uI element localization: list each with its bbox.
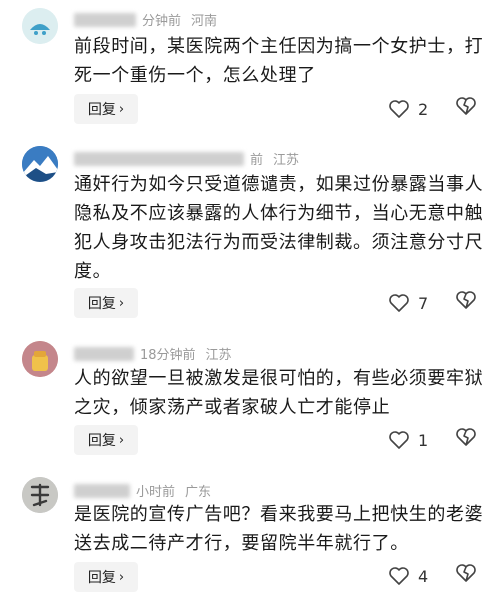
heart-icon [389,294,409,312]
chevron-right-icon: › [118,295,125,311]
like-button[interactable]: 4 [388,563,428,589]
comment-meta: 分钟前 河南 [74,10,218,29]
dislike-button[interactable] [455,427,477,453]
reply-label: 回复 [87,102,116,118]
broken-heart-icon [456,428,476,446]
username-redacted [74,347,134,361]
dislike-button[interactable] [455,96,477,122]
chevron-right-icon: › [118,432,125,448]
comment-region: 广东 [185,485,212,500]
avatar[interactable] [22,477,58,513]
avatar[interactable] [22,8,58,44]
like-button[interactable]: 7 [388,290,428,316]
avatar[interactable] [22,341,58,377]
avatar-image [22,146,58,182]
comment-region: 江苏 [273,153,300,168]
comment-time: 前 [250,153,264,168]
comment-time: 18分钟前 [140,348,196,363]
comment-text: 人的欲望一旦被激发是很可怕的，有些必须要牢狱之灾，倾家荡产或者家破人亡才能停止 [74,368,484,418]
comment-meta: 前江苏 [74,149,300,168]
reply-label: 回复 [87,433,116,449]
broken-heart-icon [456,291,476,309]
comment-text: 通奸行为如今只受道德谴责，如果过份暴露当事人隐私及不应该暴露的人体行为细节，当心… [74,174,484,282]
chevron-right-icon: › [118,101,125,117]
heart-icon [389,567,409,585]
comment-text: 是医院的宣传广告吧？看来我要马上把快生的老婆送去成二待产才行，要留院半年就行了。 [74,504,484,554]
comment-meta: 18分钟前 江苏 [74,344,232,363]
like-count: 2 [418,99,429,119]
username-redacted [74,484,130,498]
comment-meta: 小时前 广东 [74,481,212,500]
comment-region: 河南 [191,14,218,29]
reply-button[interactable]: 回复 › [74,288,138,318]
avatar-image [22,341,58,377]
username-redacted [74,13,136,27]
avatar[interactable] [22,146,58,182]
comment-text: 前段时间，某医院两个主任因为搞一个女护士，打死一个重伤一个，怎么处理了 [74,36,484,86]
like-count: 1 [418,430,429,450]
avatar-image [22,8,58,44]
reply-button[interactable]: 回复 › [74,562,138,592]
comment-time: 小时前 [136,485,176,500]
heart-icon [389,100,409,118]
username-redacted [74,152,244,166]
heart-icon [389,431,409,449]
avatar-image [22,477,58,513]
reply-label: 回复 [87,296,116,312]
chevron-right-icon: › [118,569,125,585]
reply-label: 回复 [87,570,116,586]
reply-button[interactable]: 回复 › [74,94,138,124]
reply-button[interactable]: 回复 › [74,425,138,455]
comment-time: 分钟前 [142,14,182,29]
dislike-button[interactable] [455,563,477,589]
like-count: 7 [418,293,429,313]
comment-region: 江苏 [205,348,232,363]
broken-heart-icon [456,564,476,582]
like-count: 4 [418,566,429,586]
like-button[interactable]: 1 [388,427,428,453]
like-button[interactable]: 2 [388,96,428,122]
broken-heart-icon [456,97,476,115]
dislike-button[interactable] [455,290,477,316]
